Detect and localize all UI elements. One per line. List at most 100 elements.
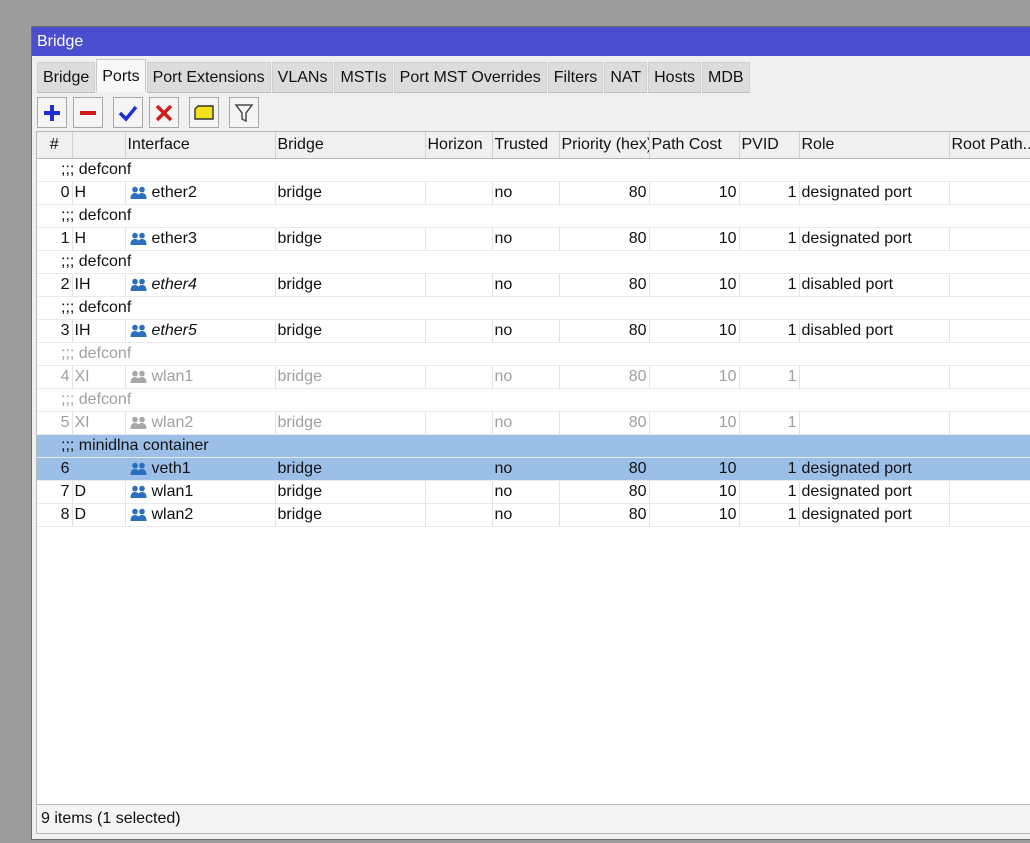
table-row[interactable]: 2 IH ether4 bridge no 80 10 1 disabled port — [37, 273, 1030, 297]
tab-port-mst-overrides[interactable]: Port MST Overrides — [393, 62, 547, 93]
row-comment: ;;; minidlna container — [37, 434, 1030, 458]
comment-row[interactable]: ;;; minidlna container — [37, 434, 1030, 458]
interface-icon — [130, 232, 146, 245]
row-pvid: 1 — [739, 227, 800, 251]
row-root-path-cost — [949, 319, 1030, 343]
row-number: 3 — [37, 319, 73, 343]
row-bridge: bridge — [275, 273, 426, 297]
add-button[interactable] — [37, 97, 67, 128]
tab-filters[interactable]: Filters — [547, 62, 604, 93]
ports-table-container[interactable]: # Interface Bridge Horizon Trusted Priority (… — [36, 131, 1030, 805]
table-row[interactable]: 6 veth1 bridge no 80 10 1 designated port — [37, 457, 1030, 481]
comment-row[interactable]: ;;; defconf — [37, 204, 1030, 228]
status-text: 9 items (1 selected) — [41, 810, 181, 827]
row-trusted: no — [492, 411, 560, 435]
tab-mdb[interactable]: MDB — [702, 62, 750, 93]
column-header[interactable] — [72, 132, 126, 159]
table-row[interactable]: 8 Dwlan2 bridge no 80 10 1 designated port — [37, 503, 1030, 527]
row-number: 2 — [37, 273, 73, 297]
row-bridge: bridge — [275, 411, 426, 435]
row-pvid: 1 — [739, 181, 800, 205]
column-header[interactable]: Role — [799, 132, 950, 159]
table-row[interactable]: 0 Hether2 bridge no 80 10 1 designated port — [37, 181, 1030, 205]
row-priority: 80 — [559, 181, 650, 205]
interface-name: ether2 — [151, 183, 197, 201]
comment-button[interactable] — [189, 97, 219, 128]
table-row[interactable]: 4 XI wlan1 bridge no 80 10 1 — [37, 365, 1030, 389]
table-row[interactable]: 7 Dwlan1 bridge no 80 10 1 designated port — [37, 480, 1030, 504]
table-row[interactable]: 5 XI wlan2 bridge no 80 10 1 — [37, 411, 1030, 435]
tab-bridge[interactable]: Bridge — [37, 62, 96, 93]
row-number: 1 — [37, 227, 73, 251]
column-header[interactable]: # — [37, 132, 73, 159]
tab-port-extensions[interactable]: Port Extensions — [146, 62, 271, 93]
interface-icon — [130, 324, 146, 337]
row-root-path-cost — [949, 365, 1030, 389]
row-trusted: no — [492, 365, 560, 389]
tab-vlans[interactable]: VLANs — [271, 62, 334, 93]
row-pvid: 1 — [739, 457, 800, 481]
column-header[interactable]: Bridge — [275, 132, 426, 159]
row-role — [799, 365, 950, 389]
row-number: 6 — [37, 457, 73, 481]
row-number: 4 — [37, 365, 73, 389]
row-pvid: 1 — [739, 480, 800, 504]
row-interface: wlan2 — [125, 411, 276, 435]
row-number: 5 — [37, 411, 73, 435]
column-header[interactable]: Trusted — [492, 132, 560, 159]
row-interface: ether3 — [125, 227, 276, 251]
column-header[interactable]: Root Path... — [949, 132, 1030, 159]
row-path-cost: 10 — [649, 457, 740, 481]
row-path-cost: 10 — [649, 503, 740, 527]
table-row[interactable]: 3 IH ether5 bridge no 80 10 1 disabled port — [37, 319, 1030, 343]
comment-row[interactable]: ;;; defconf — [37, 250, 1030, 274]
row-role: disabled port — [799, 319, 950, 343]
column-header[interactable]: Interface — [125, 132, 276, 159]
bridge-window: Bridge Bridge Ports Port Extensions VLANs MS… — [31, 26, 1030, 840]
row-horizon — [425, 319, 493, 343]
row-comment: ;;; defconf — [37, 250, 1030, 274]
toolbar — [37, 97, 259, 129]
row-horizon — [425, 227, 493, 251]
row-root-path-cost — [949, 503, 1030, 527]
comment-row[interactable]: ;;; defconf — [37, 296, 1030, 320]
disable-button[interactable] — [149, 97, 179, 128]
column-header[interactable]: PVID — [739, 132, 800, 159]
row-trusted: no — [492, 319, 560, 343]
row-trusted: no — [492, 227, 560, 251]
comment-row[interactable]: ;;; defconf — [37, 158, 1030, 182]
remove-button[interactable] — [73, 97, 103, 128]
row-horizon — [425, 457, 493, 481]
filter-icon — [234, 103, 254, 122]
row-priority: 80 — [559, 411, 650, 435]
interface-name: wlan2 — [151, 413, 194, 431]
column-header[interactable]: Path Cost — [649, 132, 740, 159]
check-icon — [118, 105, 138, 122]
row-bridge: bridge — [275, 480, 426, 504]
row-root-path-cost — [949, 457, 1030, 481]
column-header[interactable]: Priority (hex) — [559, 132, 650, 159]
row-comment: ;;; defconf — [37, 388, 1030, 412]
tab-hosts[interactable]: Hosts — [648, 62, 702, 93]
enable-button[interactable] — [113, 97, 143, 128]
tab-mstis[interactable]: MSTIs — [334, 62, 393, 93]
interface-icon — [130, 508, 146, 521]
row-role — [799, 411, 950, 435]
table-header-row: # Interface Bridge Horizon Trusted Priority (… — [37, 132, 1030, 159]
comment-row[interactable]: ;;; defconf — [37, 388, 1030, 412]
row-bridge: bridge — [275, 319, 426, 343]
table-row[interactable]: 1 Hether3 bridge no 80 10 1 designated port — [37, 227, 1030, 251]
column-header[interactable]: Horizon — [425, 132, 493, 159]
row-priority: 80 — [559, 457, 650, 481]
row-flags: IH — [72, 273, 126, 297]
row-role: designated port — [799, 503, 950, 527]
filter-button[interactable] — [229, 97, 259, 128]
status-bar: 9 items (1 selected) — [36, 806, 1030, 834]
row-path-cost: 10 — [649, 273, 740, 297]
tab-nat[interactable]: NAT — [604, 62, 648, 93]
window-title[interactable]: Bridge — [32, 27, 1030, 56]
comment-row[interactable]: ;;; defconf — [37, 342, 1030, 366]
interface-icon — [130, 416, 146, 429]
tab-ports[interactable]: Ports — [96, 59, 146, 92]
row-path-cost: 10 — [649, 227, 740, 251]
